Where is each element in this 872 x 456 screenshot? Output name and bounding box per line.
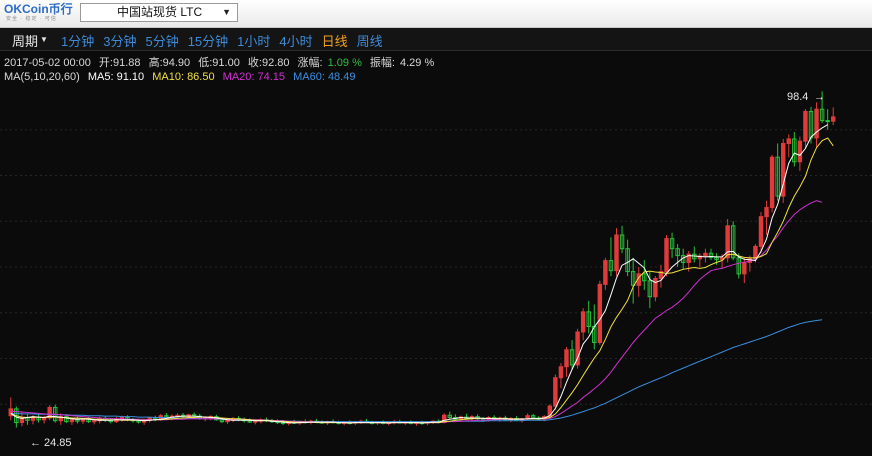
market-select-value: 中国站现货 LTC bbox=[117, 5, 203, 19]
period-dropdown[interactable]: 周期 bbox=[12, 31, 38, 50]
change-value: 1.09 % bbox=[327, 57, 362, 69]
min-price-label: 24.85 bbox=[44, 437, 72, 449]
max-price-label: 98.4 bbox=[787, 91, 808, 103]
candle-body bbox=[41, 417, 47, 421]
okcoin-logo: OKCoin币行 安全 · 稳定 · 可信 bbox=[4, 3, 76, 23]
high-label: 高: bbox=[148, 57, 163, 69]
ma-info: MA(5,10,20,60) MA5: 91.10 MA10: 86.50 MA… bbox=[4, 71, 360, 83]
arrow-right-icon: → bbox=[814, 91, 825, 103]
candle-body bbox=[597, 283, 603, 343]
tab-1min[interactable]: 1分钟 bbox=[61, 31, 94, 53]
logo-text: OKCoin币行 bbox=[4, 2, 73, 16]
candle-body bbox=[753, 245, 758, 260]
candle-body bbox=[825, 120, 830, 123]
candle-body bbox=[764, 207, 769, 218]
candle-body bbox=[558, 366, 564, 379]
datetime: 2017-05-02 00:00 bbox=[4, 57, 91, 69]
period-tabs: 1分钟 3分钟 5分钟 15分钟 1小时 4小时 日线 周线 bbox=[61, 31, 383, 53]
candle-body bbox=[786, 138, 791, 144]
candle-body bbox=[91, 420, 97, 423]
tab-5min[interactable]: 5分钟 bbox=[145, 31, 178, 53]
tab-1hour[interactable]: 1小时 bbox=[237, 31, 270, 53]
candle-body bbox=[703, 252, 708, 257]
chevron-down-icon: ▼ bbox=[222, 7, 231, 17]
title-bar: OKCoin币行 安全 · 稳定 · 可信 中国站现货 LTC ▼ bbox=[0, 0, 872, 28]
candle-body bbox=[797, 140, 803, 163]
tab-3min[interactable]: 3分钟 bbox=[103, 31, 136, 53]
tab-4hour[interactable]: 4小时 bbox=[279, 31, 312, 53]
candle-body bbox=[830, 116, 836, 122]
candle-body bbox=[603, 260, 608, 285]
low-label: 低: bbox=[198, 57, 213, 69]
low-value: 91.00 bbox=[212, 57, 240, 69]
ma10-value: MA10: 86.50 bbox=[152, 71, 215, 83]
candle-body bbox=[664, 238, 669, 273]
caret-down-icon[interactable]: ▼ bbox=[40, 35, 48, 44]
candle-body bbox=[253, 420, 258, 423]
ma5-value: MA5: 91.10 bbox=[87, 71, 145, 83]
candle-body bbox=[225, 419, 230, 423]
candle-body bbox=[564, 349, 569, 368]
candlestick-chart[interactable]: 98.4 → ← 24.85 bbox=[0, 51, 872, 456]
change-label: 涨幅: bbox=[297, 57, 323, 69]
amplitude-value: 4.29 % bbox=[399, 57, 435, 69]
ma20-value: MA20: 74.15 bbox=[222, 71, 286, 83]
open-value: 91.88 bbox=[112, 57, 141, 69]
candle-body bbox=[758, 216, 764, 247]
close-label: 收: bbox=[247, 57, 262, 69]
tab-daily[interactable]: 日线 bbox=[321, 31, 348, 53]
chart-background bbox=[0, 51, 872, 456]
candle-body bbox=[69, 419, 75, 423]
candle-body bbox=[742, 261, 747, 275]
candle-body bbox=[803, 110, 808, 142]
ma60-value: MA60: 48.49 bbox=[293, 71, 356, 83]
ma-header: MA(5,10,20,60) bbox=[4, 71, 80, 83]
candle-body bbox=[769, 156, 775, 209]
period-toolbar: 周期 ▼ 1分钟 3分钟 5分钟 15分钟 1小时 4小时 日线 周线 bbox=[0, 28, 872, 53]
close-value: 92.80 bbox=[261, 57, 290, 69]
arrow-left-icon: ← bbox=[30, 437, 41, 449]
amplitude-label: 振幅: bbox=[369, 57, 395, 69]
candle-body bbox=[653, 277, 658, 298]
candle-body bbox=[580, 311, 586, 333]
tab-15min[interactable]: 15分钟 bbox=[188, 31, 228, 53]
candle-body bbox=[553, 377, 558, 407]
market-select[interactable]: 中国站现货 LTC ▼ bbox=[80, 3, 238, 22]
logo-subtitle: 安全 · 稳定 · 可信 bbox=[6, 16, 57, 22]
candle-body bbox=[614, 234, 619, 272]
open-label: 开: bbox=[98, 57, 113, 69]
ohlc-info: 2017-05-02 00:00 开:91.88 高:94.90 低:91.00… bbox=[4, 54, 439, 70]
tab-weekly[interactable]: 周线 bbox=[357, 31, 383, 53]
high-value: 94.90 bbox=[162, 57, 191, 69]
